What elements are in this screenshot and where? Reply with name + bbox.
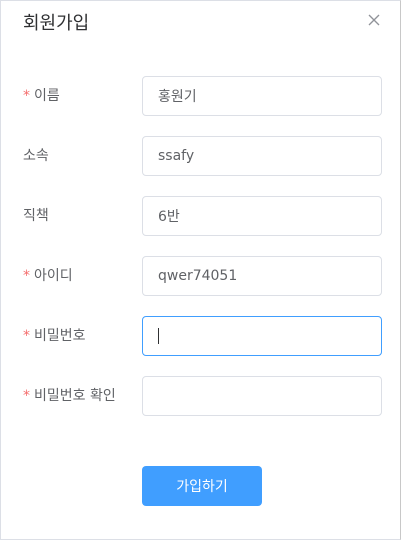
required-marker: * — [23, 328, 30, 344]
required-marker: * — [23, 268, 30, 284]
close-icon[interactable] — [365, 11, 383, 29]
form-row-password-confirm: * 비밀번호 확인 — [1, 376, 402, 416]
password-confirm-input[interactable] — [142, 376, 382, 416]
user-id-input[interactable] — [142, 256, 382, 296]
password-confirm-label-text: 비밀번호 확인 — [34, 388, 116, 404]
dialog-title: 회원가입 — [23, 13, 90, 34]
text-caret — [158, 328, 159, 344]
password-label-text: 비밀번호 — [34, 328, 86, 344]
form-row-name: * 이름 — [1, 76, 402, 116]
affiliation-label: 소속 — [23, 148, 49, 164]
form-row-password: * 비밀번호 — [1, 316, 402, 356]
form-row-affiliation: 소속 — [1, 136, 402, 176]
affiliation-input[interactable] — [142, 136, 382, 176]
signup-dialog: 회원가입 *이름 소속 직책 *아이디 *비밀번호 *비밀번호 확인 가입하기 — [0, 0, 401, 540]
position-label: 직책 — [23, 208, 49, 224]
password-label: * 비밀번호 — [23, 327, 86, 345]
name-label: * 이름 — [23, 87, 60, 105]
required-marker: * — [23, 88, 30, 104]
signup-submit-button[interactable]: 가입하기 — [142, 466, 262, 506]
name-label-text: 이름 — [34, 88, 60, 104]
name-input[interactable] — [142, 76, 382, 116]
form-row-position: 직책 — [1, 196, 402, 236]
password-confirm-label: * 비밀번호 확인 — [23, 387, 116, 405]
user-id-label: * 아이디 — [23, 267, 73, 285]
form-row-user-id: * 아이디 — [1, 256, 402, 296]
password-input[interactable] — [142, 316, 382, 356]
position-input[interactable] — [142, 196, 382, 236]
user-id-label-text: 아이디 — [34, 268, 73, 284]
required-marker: * — [23, 388, 30, 404]
